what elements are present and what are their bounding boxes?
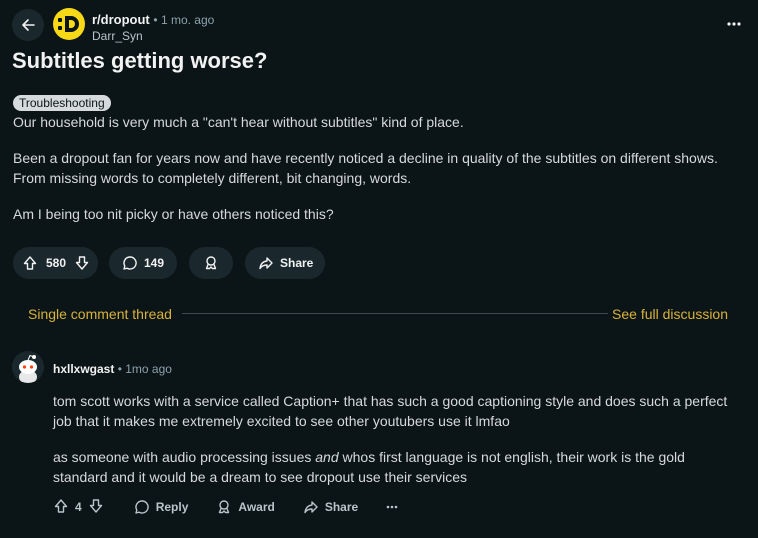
more-options-button[interactable]: [724, 14, 744, 34]
post-time: 1 mo. ago: [160, 13, 215, 27]
thread-divider: [182, 313, 608, 314]
upvote-icon: [54, 498, 68, 513]
award-button[interactable]: [189, 247, 233, 279]
post-paragraph-3: Am I being too nit picky or have others …: [13, 206, 334, 222]
share-label: Share: [280, 256, 314, 270]
comment-actions: 4 Reply Award Share: [53, 497, 432, 517]
post-meta: • 1 mo. ago: [153, 13, 215, 27]
back-button[interactable]: [12, 9, 44, 41]
comment-p2-before: as someone with audio processing issues: [53, 449, 316, 465]
comment-time: 1mo ago: [125, 362, 172, 376]
dropout-logo-icon: [58, 16, 79, 32]
vote-bar: 580: [13, 247, 98, 279]
snoo-avatar-icon: [12, 351, 44, 383]
subreddit-line: r/dropout • 1 mo. ago: [92, 12, 214, 27]
single-comment-thread-label: Single comment thread: [28, 306, 172, 322]
subreddit-icon[interactable]: [53, 8, 85, 40]
comment-more-button[interactable]: [386, 505, 404, 509]
comment-share-button[interactable]: Share: [303, 499, 358, 515]
comment-header: hxllxwgast • 1mo ago: [53, 362, 172, 376]
more-icon: [727, 22, 741, 26]
post-author[interactable]: Darr_Syn: [92, 29, 143, 43]
comment-p2-emphasis: and: [315, 449, 339, 465]
avatar[interactable]: [12, 351, 44, 383]
comment-paragraph-2: as someone with audio processing issues …: [53, 447, 743, 487]
downvote-icon: [75, 256, 89, 270]
more-icon: [386, 505, 398, 509]
vote-count: 580: [46, 256, 67, 270]
comment-downvote-button[interactable]: [88, 498, 110, 517]
post-flair[interactable]: Troubleshooting: [13, 95, 111, 111]
comment-icon: [123, 256, 137, 270]
comment-award-button[interactable]: Award: [216, 499, 275, 515]
post-title: Subtitles getting worse?: [12, 48, 268, 73]
upvote-button[interactable]: [22, 255, 38, 271]
reply-button[interactable]: Reply: [134, 499, 189, 515]
comment-upvote-button[interactable]: [53, 498, 75, 517]
back-arrow-icon: [22, 19, 35, 31]
post-paragraph-2: Been a dropout fan for years now and hav…: [13, 150, 718, 186]
share-icon: [304, 501, 318, 514]
comment-vote-bar: 4: [53, 498, 110, 517]
post-paragraph-1: Our household is very much a "can't hear…: [13, 114, 464, 130]
subreddit-link[interactable]: r/dropout: [92, 12, 150, 27]
award-icon: [219, 500, 230, 514]
comment-vote-count: 4: [75, 500, 82, 514]
comment-paragraph-1: tom scott works with a service called Ca…: [53, 393, 728, 429]
comments-button[interactable]: 149: [109, 247, 177, 279]
comment-author[interactable]: hxllxwgast: [53, 362, 114, 376]
share-icon: [259, 257, 273, 270]
award-label: Award: [238, 500, 275, 514]
downvote-button[interactable]: [74, 255, 90, 271]
upvote-icon: [23, 256, 37, 270]
share-button[interactable]: Share: [245, 247, 325, 279]
comment-icon: [134, 500, 149, 514]
downvote-icon: [89, 498, 102, 513]
comment-share-label: Share: [324, 500, 359, 514]
comment-meta: • 1mo ago: [117, 362, 172, 376]
see-full-discussion-link[interactable]: See full discussion: [612, 306, 728, 322]
award-icon: [205, 256, 217, 270]
comment-count: 149: [144, 256, 165, 270]
reply-label: Reply: [155, 500, 189, 514]
